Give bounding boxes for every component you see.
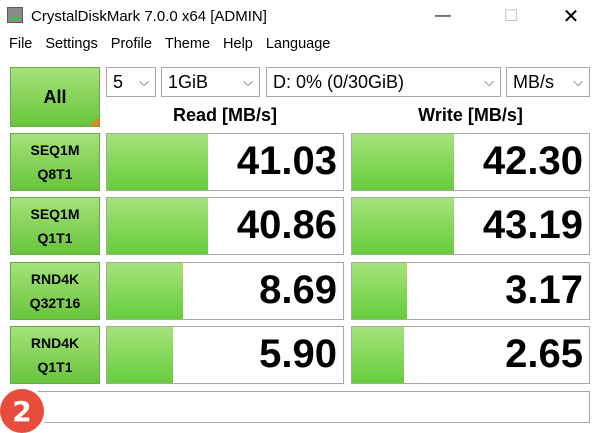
menu-file[interactable]: File <box>9 36 32 52</box>
window-title: CrystalDiskMark 7.0.0 x64 [ADMIN] <box>31 8 267 25</box>
status-bar <box>10 391 590 423</box>
test-name: RND4K <box>30 335 80 351</box>
test-name: SEQ1M <box>30 142 80 158</box>
test-rnd4k-q32t16-button[interactable]: RND4K Q32T16 <box>10 262 100 320</box>
maximize-icon[interactable]: ☐ <box>488 0 534 32</box>
read-header: Read [MB/s] <box>172 105 277 125</box>
read-result-cell: 5.90 <box>106 326 344 384</box>
run-all-button[interactable]: All <box>10 67 100 127</box>
read-value: 8.69 <box>259 268 337 312</box>
read-bar <box>107 263 183 319</box>
benchmark-panel: All 5 ⌵ 1GiB ⌵ D: 0% (0/30GiB) ⌵ MB/s ⌵ … <box>0 58 602 433</box>
close-icon[interactable]: ✕ <box>548 0 594 32</box>
size-value: 1GiB <box>168 71 209 92</box>
chevron-down-icon: ⌵ <box>243 74 253 89</box>
menu-profile[interactable]: Profile <box>111 36 152 52</box>
drive-value: D: 0% (0/30GiB) <box>273 71 405 92</box>
write-bar <box>352 263 407 319</box>
read-value: 40.86 <box>236 203 337 247</box>
app-icon <box>7 7 23 23</box>
write-header: Write [MB/s] <box>418 105 523 125</box>
read-result-cell: 40.86 <box>106 197 344 255</box>
count-select[interactable]: 5 ⌵ <box>106 67 156 97</box>
write-bar <box>352 327 405 383</box>
test-rnd4k-q1t1-button[interactable]: RND4K Q1T1 <box>10 326 100 384</box>
unit-select[interactable]: MB/s ⌵ <box>506 67 590 97</box>
test-params: Q1T1 <box>37 359 73 375</box>
chevron-down-icon: ⌵ <box>139 74 149 89</box>
write-value: 2.65 <box>505 332 583 376</box>
test-name: SEQ1M <box>30 206 80 222</box>
write-result-cell: 3.17 <box>351 262 590 320</box>
menu-help[interactable]: Help <box>223 36 253 52</box>
write-value: 3.17 <box>505 268 583 312</box>
corner-marker <box>90 117 99 126</box>
read-bar <box>107 198 209 254</box>
count-value: 5 <box>113 71 124 92</box>
title-bar: CrystalDiskMark 7.0.0 x64 [ADMIN] — ☐ ✕ <box>0 0 602 32</box>
menu-settings[interactable]: Settings <box>45 36 97 52</box>
size-select[interactable]: 1GiB ⌵ <box>161 67 260 97</box>
read-result-cell: 8.69 <box>106 262 344 320</box>
write-value: 42.30 <box>482 139 583 183</box>
write-result-cell: 42.30 <box>351 133 590 191</box>
write-bar <box>352 134 454 190</box>
write-result-cell: 43.19 <box>351 197 590 255</box>
read-bar <box>107 134 209 190</box>
chevron-down-icon: ⌵ <box>573 74 583 89</box>
minimize-icon[interactable]: — <box>420 0 466 32</box>
test-seq1m-q1t1-button[interactable]: SEQ1M Q1T1 <box>10 197 100 255</box>
test-params: Q8T1 <box>37 166 73 182</box>
unit-value: MB/s <box>513 71 555 92</box>
write-result-cell: 2.65 <box>351 326 590 384</box>
test-seq1m-q8t1-button[interactable]: SEQ1M Q8T1 <box>10 133 100 191</box>
run-all-label: All <box>43 86 67 107</box>
step-badge: 2 <box>0 389 44 433</box>
write-bar <box>352 198 454 254</box>
menu-language[interactable]: Language <box>266 36 331 52</box>
write-value: 43.19 <box>482 203 583 247</box>
menu-theme[interactable]: Theme <box>165 36 210 52</box>
test-name: RND4K <box>30 271 80 287</box>
read-value: 41.03 <box>236 139 337 183</box>
chevron-down-icon: ⌵ <box>484 74 494 89</box>
drive-select[interactable]: D: 0% (0/30GiB) ⌵ <box>266 67 501 97</box>
test-params: Q32T16 <box>29 295 81 311</box>
menu-bar: File Settings Profile Theme Help Languag… <box>0 33 602 55</box>
read-result-cell: 41.03 <box>106 133 344 191</box>
read-bar <box>107 327 174 383</box>
test-params: Q1T1 <box>37 230 73 246</box>
read-value: 5.90 <box>259 332 337 376</box>
